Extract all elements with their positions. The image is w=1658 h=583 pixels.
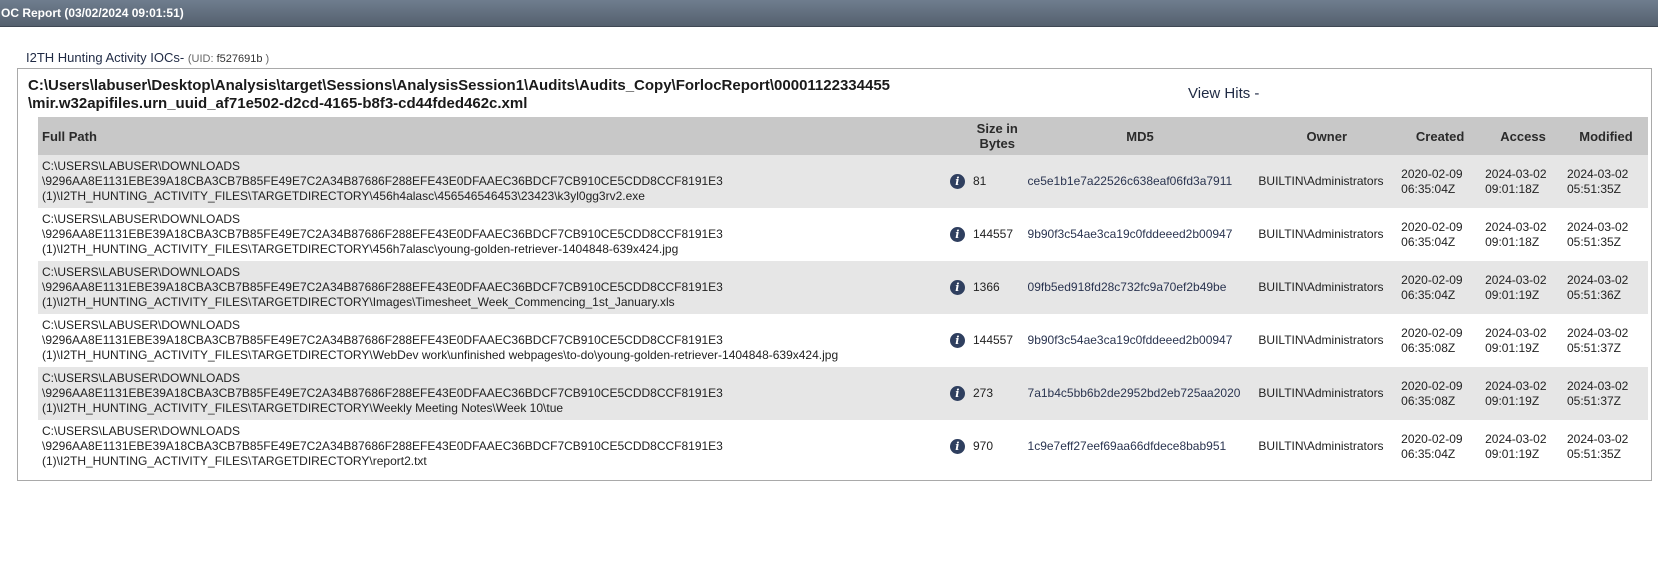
created-cell: 2020-02-09 06:35:04Z xyxy=(1398,208,1483,261)
info-cell: i xyxy=(946,367,970,420)
full-path-cell: C:\USERS\LABUSER\DOWNLOADS \9296AA8E1131… xyxy=(38,261,947,314)
col-header-info xyxy=(946,117,970,155)
info-icon[interactable]: i xyxy=(949,227,965,242)
report-file-path: C:\Users\labuser\Desktop\Analysis\target… xyxy=(28,77,890,113)
ioc-uid: (UID: f527691b ) xyxy=(187,53,270,65)
access-cell: 2024-03-02 09:01:19Z xyxy=(1482,314,1564,367)
full-path-cell: C:\USERS\LABUSER\DOWNLOADS \9296AA8E1131… xyxy=(38,420,947,473)
info-icon[interactable]: i xyxy=(949,386,965,401)
size-cell: 144557 xyxy=(969,314,1025,367)
md5-cell: 9b90f3c54ae3ca19c0fddeeed2b00947 xyxy=(1024,208,1256,261)
access-cell: 2024-03-02 09:01:19Z xyxy=(1482,420,1564,473)
modified-cell: 2024-03-02 05:51:36Z xyxy=(1563,261,1648,314)
info-icon[interactable]: i xyxy=(949,439,965,454)
owner-cell: BUILTIN\Administrators xyxy=(1255,367,1399,420)
access-cell: 2024-03-02 09:01:19Z xyxy=(1482,261,1564,314)
info-cell: i xyxy=(946,155,970,208)
table-header-row: Full Path Size in Bytes MD5 Owner Created… xyxy=(38,117,1648,155)
col-header-owner[interactable]: Owner xyxy=(1255,117,1399,155)
full-path-cell: C:\USERS\LABUSER\DOWNLOADS \9296AA8E1131… xyxy=(38,367,947,420)
access-cell: 2024-03-02 09:01:19Z xyxy=(1482,367,1564,420)
full-path-cell: C:\USERS\LABUSER\DOWNLOADS \9296AA8E1131… xyxy=(38,314,947,367)
size-cell: 144557 xyxy=(969,208,1025,261)
modified-cell: 2024-03-02 05:51:35Z xyxy=(1563,155,1648,208)
md5-cell: ce5e1b1e7a22526c638eaf06fd3a7911 xyxy=(1024,155,1256,208)
owner-cell: BUILTIN\Administrators xyxy=(1255,420,1399,473)
table-row: C:\USERS\LABUSER\DOWNLOADS \9296AA8E1131… xyxy=(38,155,1648,208)
window-title-bar: OC Report (03/02/2024 09:01:51) xyxy=(0,0,1658,27)
created-cell: 2020-02-09 06:35:04Z xyxy=(1398,420,1483,473)
col-header-size[interactable]: Size in Bytes xyxy=(969,117,1025,155)
size-cell: 81 xyxy=(969,155,1025,208)
size-cell: 273 xyxy=(969,367,1025,420)
info-cell: i xyxy=(946,261,970,314)
created-cell: 2020-02-09 06:35:08Z xyxy=(1398,367,1483,420)
col-header-created[interactable]: Created xyxy=(1398,117,1483,155)
info-icon[interactable]: i xyxy=(949,333,965,348)
md5-cell: 1c9e7eff27eef69aa66dfdece8bab951 xyxy=(1024,420,1256,473)
info-cell: i xyxy=(946,314,970,367)
table-row: C:\USERS\LABUSER\DOWNLOADS \9296AA8E1131… xyxy=(38,208,1648,261)
window-title: OC Report (03/02/2024 09:01:51) xyxy=(1,6,184,20)
modified-cell: 2024-03-02 05:51:35Z xyxy=(1563,208,1648,261)
report-path-line-1: C:\Users\labuser\Desktop\Analysis\target… xyxy=(28,77,891,94)
col-header-access[interactable]: Access xyxy=(1482,117,1564,155)
uid-value: f527691b xyxy=(216,53,263,65)
owner-cell: BUILTIN\Administrators xyxy=(1255,208,1399,261)
modified-cell: 2024-03-02 05:51:37Z xyxy=(1563,367,1648,420)
report-path-line-2: \mir.w32apifiles.urn_uuid_af71e502-d2cd-… xyxy=(28,95,528,112)
info-icon[interactable]: i xyxy=(949,174,965,189)
access-cell: 2024-03-02 09:01:18Z xyxy=(1482,208,1564,261)
table-row: C:\USERS\LABUSER\DOWNLOADS \9296AA8E1131… xyxy=(38,367,1648,420)
full-path-cell: C:\USERS\LABUSER\DOWNLOADS \9296AA8E1131… xyxy=(38,208,947,261)
table-row: C:\USERS\LABUSER\DOWNLOADS \9296AA8E1131… xyxy=(38,420,1648,473)
owner-cell: BUILTIN\Administrators xyxy=(1255,155,1399,208)
info-icon[interactable]: i xyxy=(949,280,965,295)
owner-cell: BUILTIN\Administrators xyxy=(1255,314,1399,367)
size-cell: 1366 xyxy=(969,261,1025,314)
modified-cell: 2024-03-02 05:51:35Z xyxy=(1563,420,1648,473)
col-header-modified[interactable]: Modified xyxy=(1563,117,1648,155)
col-header-md5[interactable]: MD5 xyxy=(1024,117,1256,155)
created-cell: 2020-02-09 06:35:04Z xyxy=(1398,155,1483,208)
view-hits-link[interactable]: View Hits - xyxy=(1188,85,1259,102)
modified-cell: 2024-03-02 05:51:37Z xyxy=(1563,314,1648,367)
info-cell: i xyxy=(946,420,970,473)
full-path-cell: C:\USERS\LABUSER\DOWNLOADS \9296AA8E1131… xyxy=(38,155,947,208)
report-panel: C:\Users\labuser\Desktop\Analysis\target… xyxy=(17,68,1652,481)
owner-cell: BUILTIN\Administrators xyxy=(1255,261,1399,314)
access-cell: 2024-03-02 09:01:18Z xyxy=(1482,155,1564,208)
ioc-heading: I2TH Hunting Activity IOCs- (UID: f52769… xyxy=(26,50,269,65)
created-cell: 2020-02-09 06:35:04Z xyxy=(1398,261,1483,314)
table-row: C:\USERS\LABUSER\DOWNLOADS \9296AA8E1131… xyxy=(38,314,1648,367)
hits-table: Full Path Size in Bytes MD5 Owner Created… xyxy=(38,117,1648,473)
info-cell: i xyxy=(946,208,970,261)
created-cell: 2020-02-09 06:35:08Z xyxy=(1398,314,1483,367)
table-row: C:\USERS\LABUSER\DOWNLOADS \9296AA8E1131… xyxy=(38,261,1648,314)
size-cell: 970 xyxy=(969,420,1025,473)
ioc-name: I2TH Hunting Activity IOCs- xyxy=(26,50,185,65)
md5-cell: 9b90f3c54ae3ca19c0fddeeed2b00947 xyxy=(1024,314,1256,367)
col-header-full-path[interactable]: Full Path xyxy=(38,117,947,155)
md5-cell: 7a1b4c5bb6b2de2952bd2eb725aa2020 xyxy=(1024,367,1256,420)
md5-cell: 09fb5ed918fd28c732fc9a70ef2b49be xyxy=(1024,261,1256,314)
